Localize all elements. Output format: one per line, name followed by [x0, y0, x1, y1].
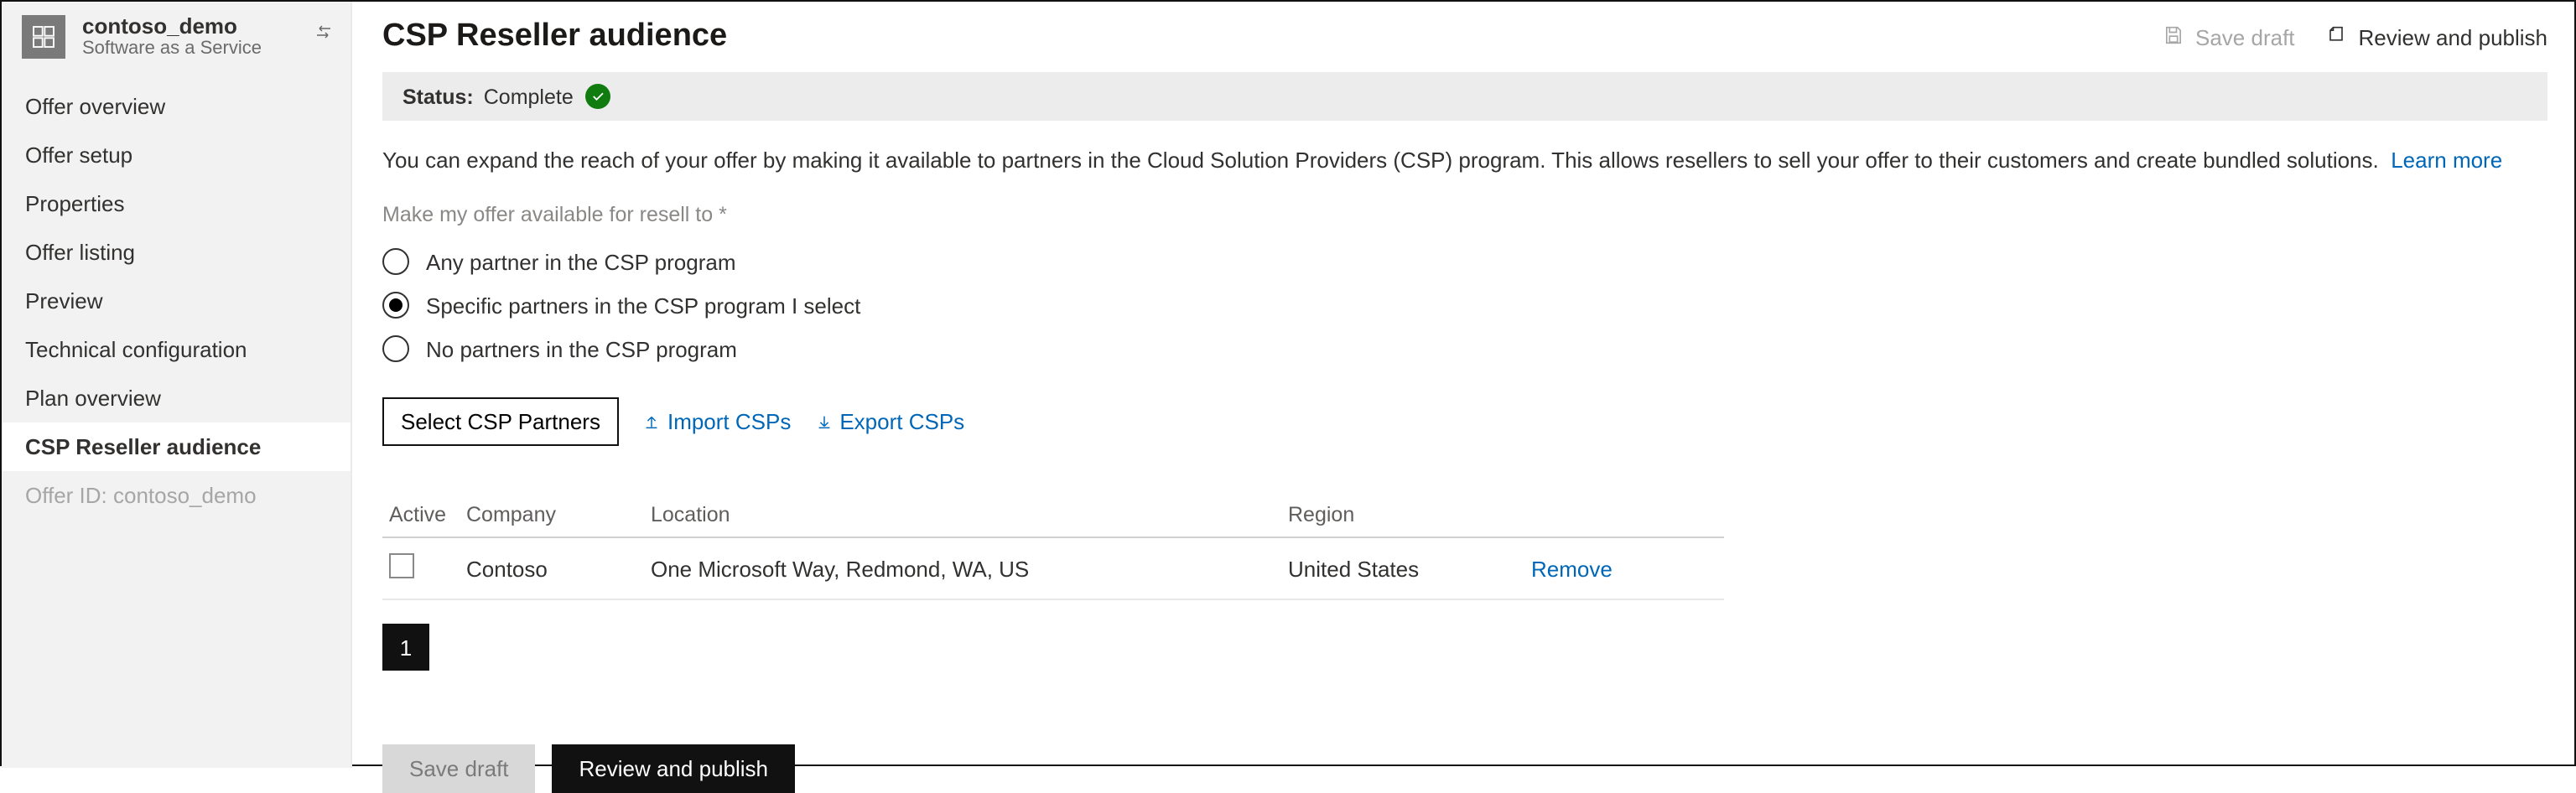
pager: 1 [382, 624, 2547, 671]
resell-field-label: Make my offer available for resell to * [382, 203, 2547, 226]
import-csps-label: Import CSPs [667, 409, 791, 434]
page-title: CSP Reseller audience [382, 18, 2162, 55]
radio-any-partner[interactable]: Any partner in the CSP program [382, 240, 2547, 283]
sidebar: contoso_demo Software as a Service Offer… [2, 2, 352, 768]
row-company: Contoso [466, 537, 651, 599]
save-draft-top-label: Save draft [2195, 24, 2295, 49]
top-actions: Save draft Review and publish [2162, 23, 2547, 51]
nav-properties[interactable]: Properties [2, 180, 351, 229]
offer-id-label: Offer ID: contoso_demo [2, 472, 351, 521]
status-value: Complete [484, 85, 574, 108]
export-csps-link[interactable]: Export CSPs [814, 409, 964, 434]
upload-icon [642, 412, 661, 431]
status-bar: Status: Complete [382, 72, 2547, 121]
offer-type-label: Software as a Service [82, 39, 262, 60]
nav-technical-config[interactable]: Technical configuration [2, 326, 351, 375]
col-company: Company [466, 493, 651, 537]
nav-plan-overview[interactable]: Plan overview [2, 375, 351, 423]
radio-none-label: No partners in the CSP program [426, 336, 737, 361]
table-row: Contoso One Microsoft Way, Redmond, WA, … [382, 537, 1724, 599]
table-header-row: Active Company Location Region [382, 493, 1724, 537]
radio-icon [382, 248, 409, 275]
nav-csp-reseller-audience[interactable]: CSP Reseller audience [2, 423, 351, 472]
col-active: Active [382, 493, 466, 537]
page-1-button[interactable]: 1 [382, 624, 429, 671]
col-location: Location [651, 493, 1288, 537]
select-csp-partners-button[interactable]: Select CSP Partners [382, 397, 619, 446]
download-icon [814, 412, 833, 431]
col-region: Region [1288, 493, 1531, 537]
radio-icon [382, 292, 409, 319]
row-active-checkbox[interactable] [389, 553, 414, 578]
nav-offer-overview[interactable]: Offer overview [2, 83, 351, 132]
nav-preview[interactable]: Preview [2, 277, 351, 326]
radio-no-partners[interactable]: No partners in the CSP program [382, 327, 2547, 371]
radio-specific-partners[interactable]: Specific partners in the CSP program I s… [382, 283, 2547, 327]
sidebar-header: contoso_demo Software as a Service [2, 2, 351, 73]
review-publish-top[interactable]: Review and publish [2325, 23, 2547, 51]
export-csps-label: Export CSPs [839, 409, 964, 434]
status-label: Status: [402, 85, 474, 108]
description-text: You can expand the reach of your offer b… [382, 148, 2379, 173]
title-bar: CSP Reseller audience Save draft Review … [352, 2, 2576, 62]
save-icon [2162, 23, 2185, 51]
col-actions [1531, 493, 1724, 537]
save-draft-top: Save draft [2162, 23, 2295, 51]
sidebar-nav: Offer overview Offer setup Properties Of… [2, 83, 351, 521]
learn-more-link[interactable]: Learn more [2391, 148, 2502, 173]
save-draft-button: Save draft [382, 744, 536, 793]
radio-icon [382, 335, 409, 362]
partner-actions: Select CSP Partners Import CSPs Export C… [382, 397, 2547, 446]
nav-offer-setup[interactable]: Offer setup [2, 132, 351, 180]
footer-actions: Save draft Review and publish [382, 744, 2547, 793]
review-publish-button[interactable]: Review and publish [553, 744, 795, 793]
partners-table: Active Company Location Region Contoso O… [382, 493, 1724, 600]
description: You can expand the reach of your offer b… [382, 148, 2547, 173]
row-remove-link[interactable]: Remove [1531, 556, 1613, 581]
import-csps-link[interactable]: Import CSPs [642, 409, 791, 434]
radio-any-label: Any partner in the CSP program [426, 249, 736, 274]
main-content: CSP Reseller audience Save draft Review … [352, 2, 2576, 768]
row-location: One Microsoft Way, Redmond, WA, US [651, 537, 1288, 599]
offer-type-icon [22, 15, 65, 59]
radio-specific-label: Specific partners in the CSP program I s… [426, 293, 860, 318]
review-publish-top-label: Review and publish [2359, 24, 2547, 49]
offer-name: contoso_demo [82, 15, 262, 39]
swap-icon[interactable] [314, 22, 334, 47]
nav-offer-listing[interactable]: Offer listing [2, 229, 351, 277]
publish-icon [2325, 23, 2349, 51]
row-region: United States [1288, 537, 1531, 599]
status-check-icon [585, 84, 610, 109]
